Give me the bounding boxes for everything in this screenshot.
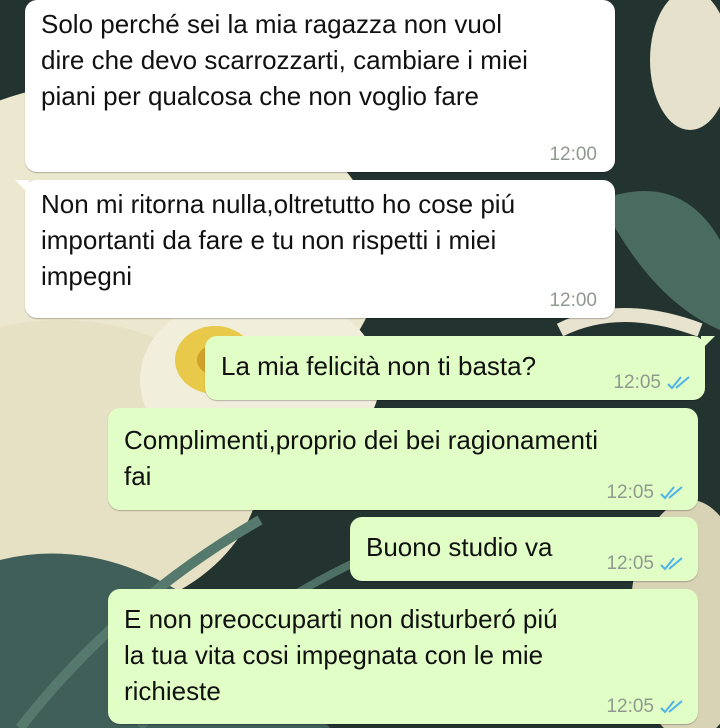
chat-thread: Solo perché sei la mia ragazza non vuol … [0, 0, 720, 728]
message-bubble-outgoing[interactable]: E non preoccuparti non disturberó piú la… [108, 589, 698, 724]
message-text: Solo perché sei la mia ragazza non vuol … [41, 9, 528, 111]
message-time: 12:05 [606, 482, 654, 503]
message-bubble-outgoing[interactable]: Complimenti,proprio dei bei ragionamenti… [108, 408, 698, 510]
message-text: Non mi ritorna nulla,oltretutto ho cose … [41, 189, 516, 291]
message-text: Complimenti,proprio dei bei ragionamenti… [124, 425, 599, 491]
double-check-read-icon [667, 376, 690, 390]
double-check-read-icon [660, 486, 683, 500]
message-bubble-outgoing[interactable]: Buono studio va 12:05 [350, 517, 698, 581]
message-bubble-outgoing[interactable]: La mia felicità non ti basta? 12:05 [205, 336, 715, 400]
message-time: 12:00 [549, 290, 597, 311]
message-meta: 12:00 [549, 290, 597, 312]
message-meta: 12:05 [606, 696, 684, 718]
double-check-read-icon [660, 557, 683, 571]
double-check-read-icon [660, 700, 683, 714]
bubble-tail [701, 336, 715, 350]
bubble-tail [15, 180, 29, 194]
message-meta: 12:05 [606, 482, 684, 504]
message-time: 12:05 [606, 553, 654, 574]
message-time: 12:00 [549, 144, 597, 165]
message-bubble-incoming[interactable]: Solo perché sei la mia ragazza non vuol … [25, 0, 615, 172]
message-time: 12:05 [606, 696, 654, 717]
message-time: 12:05 [613, 372, 661, 393]
message-meta: 12:00 [549, 144, 597, 166]
message-text: E non preoccuparti non disturberó piú la… [124, 604, 558, 706]
message-meta: 12:05 [606, 553, 684, 575]
message-bubble-incoming[interactable]: Non mi ritorna nulla,oltretutto ho cose … [15, 180, 615, 318]
message-meta: 12:05 [613, 372, 691, 394]
